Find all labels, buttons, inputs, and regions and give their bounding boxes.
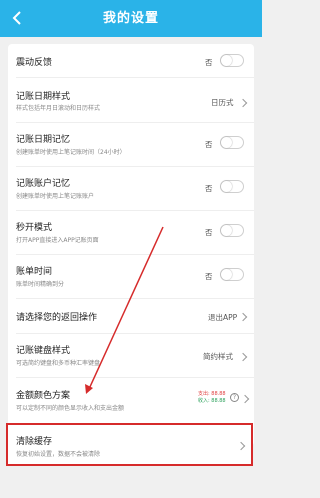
expense-sample: 支出: 88.88 xyxy=(198,391,226,397)
setting-title: 清除缓存 xyxy=(16,437,53,447)
setting-row-bill-time[interactable]: 账单时间 账单时间精确到分 否 xyxy=(8,255,254,298)
setting-row-clear-cache[interactable]: 清除缓存 恢复初始设置，数据不会被清除 xyxy=(6,423,253,466)
setting-row-keyboard-style[interactable]: 记账键盘样式 可选简约键盘和多币种汇率键盘 简约样式 xyxy=(8,334,254,377)
chevron-right-icon xyxy=(238,312,248,322)
setting-subtitle: 打开APP直接进入APP记账页面 xyxy=(16,237,99,244)
setting-value: 简约样式 xyxy=(203,352,233,361)
setting-subtitle: 可以定制不同的颜色显示收入和支出金额 xyxy=(16,405,125,412)
help-icon[interactable]: ? xyxy=(230,393,239,402)
bill-time-toggle[interactable] xyxy=(220,268,244,281)
setting-value: 日历式 xyxy=(211,98,234,107)
setting-title: 请选择您的返回操作 xyxy=(16,313,98,323)
setting-subtitle: 可选简约键盘和多币种汇率键盘 xyxy=(16,360,101,367)
clear-cache-card: 清除缓存 恢复初始设置，数据不会被清除 xyxy=(6,423,254,466)
setting-row-back-action[interactable]: 请选择您的返回操作 退出APP xyxy=(8,299,254,332)
account-memory-toggle[interactable] xyxy=(220,180,244,193)
setting-title: 记账日期记忆 xyxy=(16,135,71,145)
setting-subtitle: 创建账单时使用上笔记账账户 xyxy=(16,193,95,200)
setting-row-date-style[interactable]: 记账日期样式 样式包括年月日滚动和日历样式 日历式 xyxy=(8,78,254,121)
income-sample: 收入: 88.88 xyxy=(198,398,226,404)
toggle-state-label: 否 xyxy=(205,140,213,149)
header-bar: 我的设置 xyxy=(0,0,262,37)
page-title: 我的设置 xyxy=(102,11,159,26)
toggle-state-label: 否 xyxy=(205,58,213,67)
setting-row-amount-color[interactable]: 金额颜色方案 可以定制不同的颜色显示收入和支出金额 支出: 88.88 收入: … xyxy=(8,378,254,422)
setting-row-quick-open[interactable]: 秒开模式 打开APP直接进入APP记账页面 否 xyxy=(8,211,254,254)
setting-title: 账单时间 xyxy=(16,267,53,277)
toggle-state-label: 否 xyxy=(205,228,213,237)
setting-subtitle: 创建账单时使用上笔记账时间（24小时） xyxy=(16,149,126,156)
setting-title: 震动反馈 xyxy=(16,58,53,68)
chevron-right-icon xyxy=(236,441,246,451)
setting-subtitle: 样式包括年月日滚动和日历样式 xyxy=(16,105,101,112)
setting-row-vibration[interactable]: 震动反馈 否 xyxy=(8,44,254,77)
date-memory-toggle[interactable] xyxy=(220,136,244,149)
setting-value: 退出APP xyxy=(208,313,238,322)
settings-card: 震动反馈 否 记账日期样式 样式包括年月日滚动和日历样式 日历式 记账日期记忆 … xyxy=(8,44,254,446)
setting-title: 金额颜色方案 xyxy=(16,391,71,401)
chevron-right-icon xyxy=(238,352,248,362)
setting-subtitle: 账单时间精确到分 xyxy=(16,281,65,288)
setting-title: 秒开模式 xyxy=(16,223,53,233)
toggle-state-label: 否 xyxy=(205,184,213,193)
setting-title: 记账账户记忆 xyxy=(16,179,71,189)
setting-row-account-memory[interactable]: 记账账户记忆 创建账单时使用上笔记账账户 否 xyxy=(8,167,254,210)
setting-title: 记账日期样式 xyxy=(16,92,71,102)
setting-row-date-memory[interactable]: 记账日期记忆 创建账单时使用上笔记账时间（24小时） 否 xyxy=(8,123,254,166)
setting-title: 记账键盘样式 xyxy=(16,346,71,356)
setting-subtitle: 恢复初始设置，数据不会被清除 xyxy=(16,451,101,458)
toggle-state-label: 否 xyxy=(205,272,213,281)
chevron-right-icon xyxy=(238,98,248,108)
quick-open-toggle[interactable] xyxy=(220,224,244,237)
chevron-right-icon xyxy=(240,394,250,404)
vibration-toggle[interactable] xyxy=(220,54,244,67)
